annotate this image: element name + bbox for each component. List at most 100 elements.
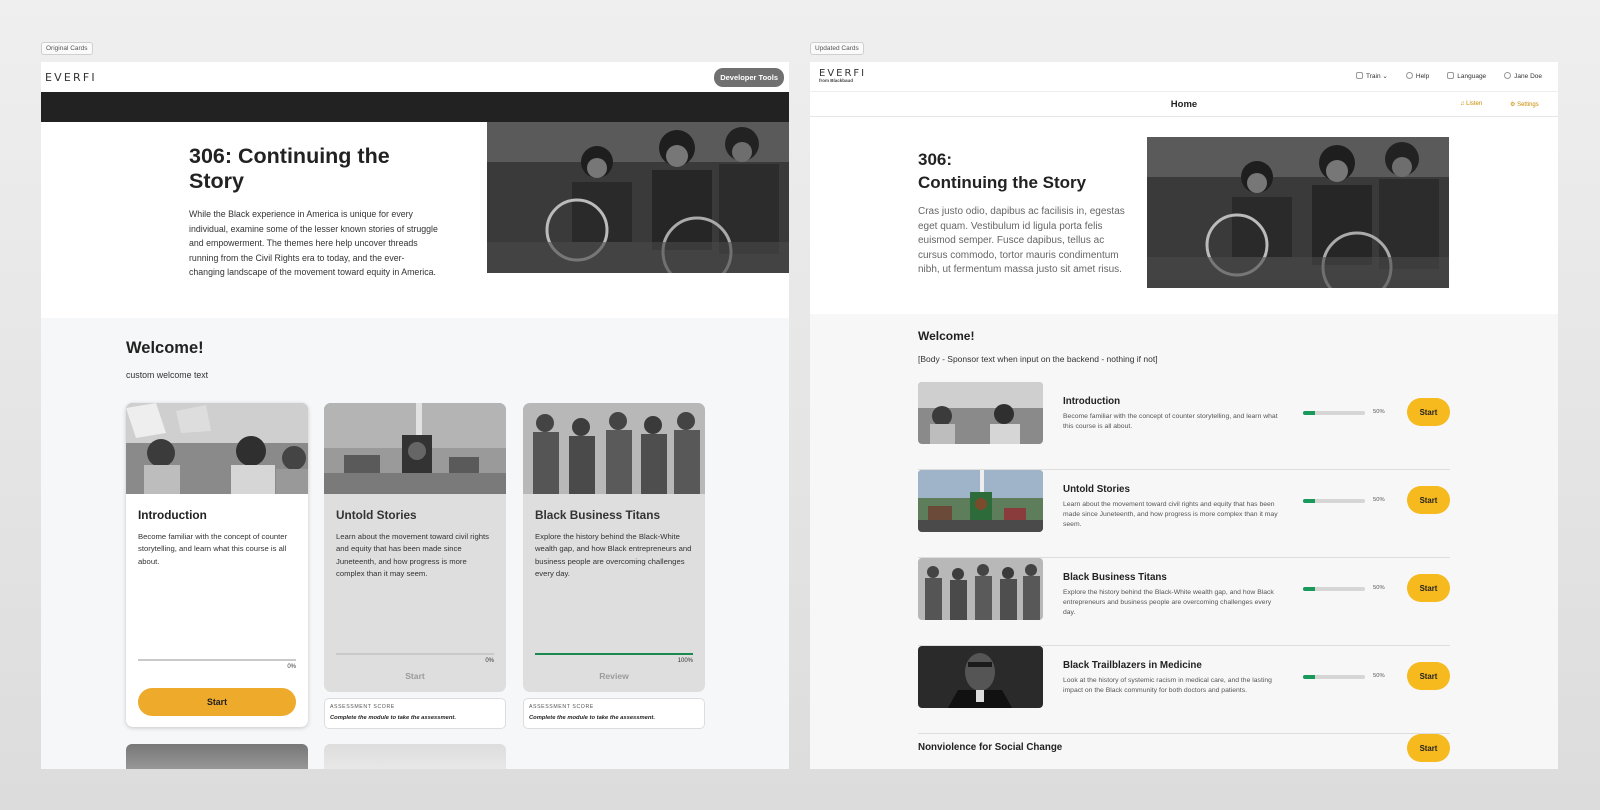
introduction-thumbnail bbox=[918, 382, 1043, 444]
introduction-photo bbox=[126, 403, 308, 494]
welcome-text: custom welcome text bbox=[126, 370, 209, 380]
progress-fill bbox=[535, 653, 693, 655]
nav-help[interactable]: Help bbox=[1405, 72, 1430, 80]
module-description: Explore the history behind the Black-Whi… bbox=[1063, 589, 1274, 616]
updated-cards-panel: EVERFI from Blackbaud Train ⌄ Help Langu… bbox=[810, 62, 1558, 769]
card-description: Learn about the movement toward civil ri… bbox=[336, 532, 489, 579]
progress-percent: 0% bbox=[287, 664, 296, 670]
train-icon bbox=[1356, 72, 1364, 79]
review-link[interactable]: Review bbox=[523, 671, 705, 681]
start-button[interactable]: Start bbox=[1407, 662, 1450, 690]
welcome-heading: Welcome! bbox=[918, 329, 975, 343]
progress-bar bbox=[1303, 675, 1365, 679]
page-header: Home ♫ Listen ⚙ Settings bbox=[810, 92, 1558, 117]
module-title: Untold Stories bbox=[1063, 484, 1130, 495]
course-title-line1: 306: bbox=[918, 150, 953, 169]
top-bar: EVERFI Developer Tools bbox=[41, 62, 789, 92]
course-description: Cras justo odio, dapibus ac facilisis in… bbox=[918, 206, 1125, 276]
progress-percent: 50% bbox=[1373, 673, 1385, 679]
untold-stories-thumbnail bbox=[918, 470, 1043, 532]
listen-button[interactable]: ♫ Listen bbox=[1460, 101, 1482, 107]
progress-percent: 0% bbox=[485, 658, 494, 664]
welcome-text: [Body - Sponsor text when input on the b… bbox=[918, 354, 1158, 364]
progress-percent: 50% bbox=[1373, 585, 1385, 591]
start-button[interactable]: Start bbox=[1407, 486, 1450, 514]
module-title: Introduction bbox=[1063, 396, 1121, 407]
progress-bar bbox=[1303, 411, 1365, 415]
business-titans-thumbnail bbox=[918, 558, 1043, 620]
hero-photo bbox=[487, 122, 789, 273]
business-titans-photo bbox=[523, 403, 705, 494]
start-link[interactable]: Start bbox=[324, 671, 506, 681]
progress-bar bbox=[1303, 499, 1365, 503]
nav-help-label: Help bbox=[1415, 73, 1430, 80]
course-title: 306: Continuing the Story bbox=[918, 148, 1133, 194]
module-description: Look at the history of systemic racism i… bbox=[1063, 677, 1272, 694]
nav-language[interactable]: Language bbox=[1447, 72, 1486, 80]
updated-cards-label: Updated Cards bbox=[810, 42, 864, 55]
progress-percent: 100% bbox=[677, 658, 693, 664]
developer-tools-button[interactable]: Developer Tools bbox=[714, 67, 784, 87]
module-card-black-business-titans[interactable]: Black Business Titans Explore the histor… bbox=[523, 403, 705, 692]
help-icon bbox=[1405, 72, 1413, 79]
nav-user-label: Jane Doe bbox=[1514, 73, 1542, 80]
nav-user[interactable]: Jane Doe bbox=[1504, 72, 1542, 80]
card-description: Explore the history behind the Black-Whi… bbox=[535, 532, 692, 579]
start-button[interactable]: Start bbox=[138, 688, 296, 716]
chevron-down-icon: ⌄ bbox=[1382, 73, 1388, 80]
dark-nav-bar bbox=[41, 92, 789, 122]
progress-bar bbox=[138, 659, 296, 661]
headphones-icon: ♫ bbox=[1460, 101, 1465, 107]
start-button[interactable]: Start bbox=[1407, 574, 1450, 602]
assessment-score-box: ASSESSMENT SCORE Complete the module to … bbox=[523, 698, 705, 729]
assessment-label: ASSESSMENT SCORE bbox=[529, 704, 594, 710]
course-hero: 306: Continuing the Story While the Blac… bbox=[41, 122, 789, 318]
progress-bar bbox=[336, 653, 494, 655]
card-description: Become familiar with the concept of coun… bbox=[138, 532, 288, 566]
settings-button[interactable]: ⚙ Settings bbox=[1510, 101, 1539, 108]
settings-label: Settings bbox=[1517, 102, 1539, 108]
module-row-nonviolence[interactable]: Nonviolence for Social Change Start bbox=[918, 732, 1450, 762]
progress-fill bbox=[1303, 499, 1316, 503]
nav-train-label: Train bbox=[1366, 73, 1381, 80]
module-description: Learn about the movement toward civil ri… bbox=[1063, 501, 1278, 528]
progress-fill bbox=[1303, 587, 1316, 591]
hero-photo bbox=[1147, 137, 1449, 288]
progress-percent: 50% bbox=[1373, 497, 1385, 503]
module-title: Nonviolence for Social Change bbox=[918, 742, 1063, 753]
course-hero: 306: Continuing the Story Cras justo odio… bbox=[810, 117, 1558, 314]
module-card-partial[interactable] bbox=[324, 744, 506, 769]
untold-stories-photo bbox=[324, 403, 506, 494]
module-row-black-trailblazers-in-medicine[interactable]: Black Trailblazers in Medicine Look at t… bbox=[918, 646, 1450, 734]
module-row-untold-stories[interactable]: Untold Stories Learn about the movement … bbox=[918, 470, 1450, 558]
start-button[interactable]: Start bbox=[1407, 398, 1450, 426]
progress-fill bbox=[1303, 675, 1316, 679]
assessment-label: ASSESSMENT SCORE bbox=[330, 704, 395, 710]
course-description: While the Black experience in America is… bbox=[189, 209, 438, 278]
course-title-line2: Continuing the Story bbox=[918, 173, 1087, 192]
user-icon bbox=[1504, 72, 1512, 79]
course-title: 306: Continuing the Story bbox=[189, 144, 390, 193]
module-card-partial[interactable] bbox=[126, 744, 308, 769]
progress-percent: 50% bbox=[1373, 409, 1385, 415]
nav-train[interactable]: Train ⌄ bbox=[1356, 72, 1388, 80]
module-card-introduction[interactable]: Introduction Become familiar with the co… bbox=[126, 403, 308, 727]
nav-language-label: Language bbox=[1457, 73, 1487, 80]
top-bar: EVERFI from Blackbaud Train ⌄ Help Langu… bbox=[810, 62, 1558, 92]
original-cards-label: Original Cards bbox=[41, 42, 93, 55]
module-row-introduction[interactable]: Introduction Become familiar with the co… bbox=[918, 382, 1450, 470]
assessment-score-box: ASSESSMENT SCORE Complete the module to … bbox=[324, 698, 506, 729]
assessment-note: Complete the module to take the assessme… bbox=[330, 715, 456, 721]
progress-fill bbox=[1303, 411, 1316, 415]
everfi-logo[interactable]: EVERFI bbox=[45, 71, 97, 84]
card-title: Introduction bbox=[138, 508, 207, 522]
listen-label: Listen bbox=[1466, 101, 1483, 107]
module-card-untold-stories[interactable]: Untold Stories Learn about the movement … bbox=[324, 403, 506, 692]
card-title: Untold Stories bbox=[336, 508, 417, 522]
original-cards-panel: EVERFI Developer Tools 306: Continuing t… bbox=[41, 62, 789, 769]
language-icon bbox=[1447, 72, 1455, 79]
card-title: Black Business Titans bbox=[535, 508, 661, 522]
module-row-black-business-titans[interactable]: Black Business Titans Explore the histor… bbox=[918, 558, 1450, 646]
assessment-note: Complete the module to take the assessme… bbox=[529, 715, 655, 721]
start-button[interactable]: Start bbox=[1407, 734, 1450, 762]
